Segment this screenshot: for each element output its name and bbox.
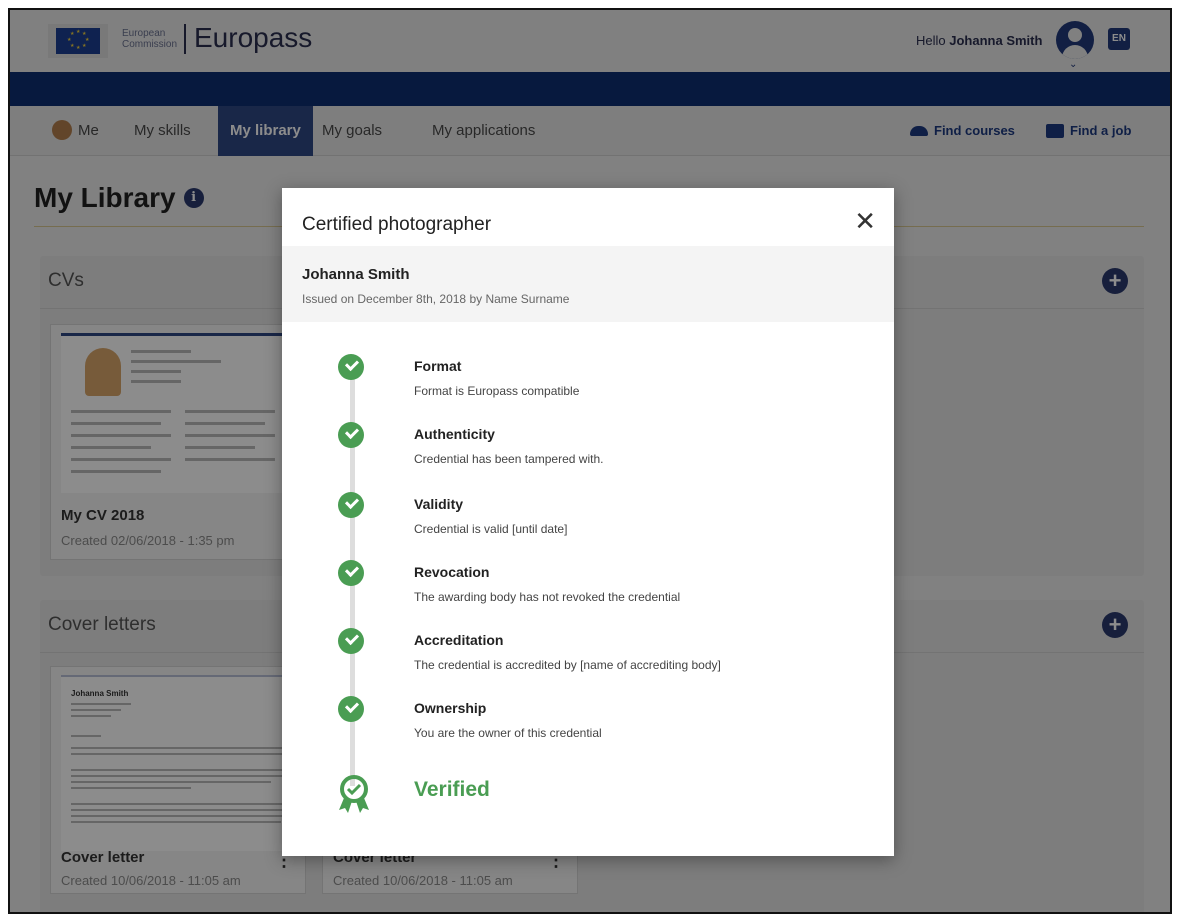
check-circle-icon <box>338 696 364 722</box>
check-title: Format <box>414 358 462 374</box>
check-description: Credential has been tampered with. <box>414 452 604 466</box>
check-accreditation: Accreditation The credential is accredit… <box>282 628 894 688</box>
check-description: Credential is valid [until date] <box>414 522 568 536</box>
check-circle-icon <box>338 492 364 518</box>
check-title: Validity <box>414 496 464 512</box>
check-circle-icon <box>338 560 364 586</box>
check-circle-icon <box>338 628 364 654</box>
check-circle-icon <box>338 354 364 380</box>
credential-holder: Johanna Smith <box>302 266 410 283</box>
issuer-panel: Johanna Smith Issued on December 8th, 20… <box>282 246 894 322</box>
check-title: Accreditation <box>414 632 504 648</box>
check-ownership: Ownership You are the owner of this cred… <box>282 696 894 756</box>
check-format: Format Format is Europass compatible <box>282 354 894 414</box>
verified-status: Verified <box>414 778 490 801</box>
check-title: Revocation <box>414 564 490 580</box>
check-description: The credential is accredited by [name of… <box>414 658 721 672</box>
close-icon[interactable]: ✕ <box>854 208 876 234</box>
verified-badge-icon <box>339 775 369 813</box>
app-window: ★ ★ ★ ★ ★ ★ ★ ★ European Commission Euro… <box>8 8 1172 914</box>
check-validity: Validity Credential is valid [until date… <box>282 492 894 552</box>
check-description: Format is Europass compatible <box>414 384 580 398</box>
check-authenticity: Authenticity Credential has been tampere… <box>282 422 894 482</box>
check-revocation: Revocation The awarding body has not rev… <box>282 560 894 620</box>
dialog-title: Certified photographer <box>302 214 492 235</box>
check-title: Authenticity <box>414 426 495 442</box>
check-circle-icon <box>338 422 364 448</box>
credential-verification-dialog: Certified photographer ✕ Johanna Smith I… <box>282 188 894 856</box>
check-description: You are the owner of this credential <box>414 726 602 740</box>
check-title: Ownership <box>414 700 487 716</box>
check-description: The awarding body has not revoked the cr… <box>414 590 681 604</box>
issued-info: Issued on December 8th, 2018 by Name Sur… <box>302 292 570 306</box>
